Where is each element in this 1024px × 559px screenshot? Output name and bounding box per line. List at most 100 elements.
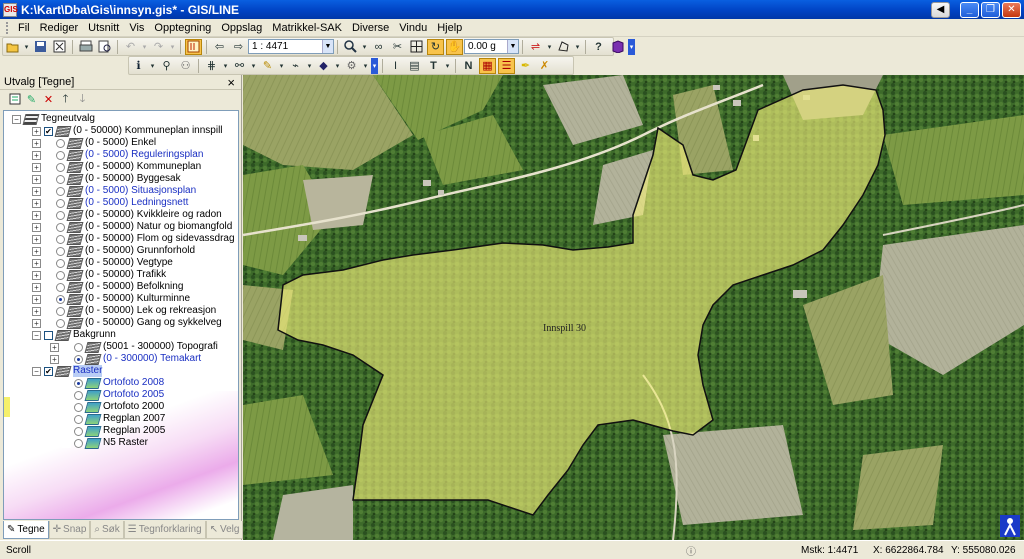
layer-settings-dropdown-icon[interactable]: ▾ [546, 39, 553, 55]
layer-label[interactable]: (0 - 50000) Kulturminne [85, 293, 190, 305]
layer-radio[interactable] [56, 234, 65, 244]
expand-icon[interactable]: + [32, 138, 41, 148]
network-icon[interactable]: ⚇ [177, 58, 194, 74]
print-icon[interactable] [77, 39, 94, 55]
info-icon[interactable]: ⓘ [680, 543, 795, 558]
grid-dropdown-icon[interactable]: ▾ [222, 58, 229, 74]
layer-label[interactable]: (0 - 5000) Situasjonsplan [85, 185, 196, 197]
zoom-dropdown-icon[interactable]: ▾ [361, 39, 368, 55]
layer-tree-row[interactable]: + (0 - 50000) Kvikkleire og radon [32, 209, 222, 221]
layer-tree-row[interactable]: + (0 - 5000) Enkel [32, 137, 156, 149]
expand-icon[interactable]: + [32, 246, 41, 256]
expand-icon[interactable]: + [32, 126, 41, 136]
tab-tegne[interactable]: ✎ Tegne [3, 521, 49, 539]
tree-view-icon[interactable] [7, 91, 22, 107]
layer-label[interactable]: (0 - 50000) Kommuneplan [85, 161, 201, 173]
layer-tree-row[interactable]: + ✔ (0 - 50000) Kommuneplan innspill [32, 125, 223, 137]
layer-label[interactable]: (0 - 50000) Gang og sykkelveg [85, 317, 222, 329]
draw-line-icon[interactable]: ⌁ [287, 58, 304, 74]
layer-tree-row[interactable]: − Bakgrunn [32, 329, 116, 341]
search-dropdown-icon[interactable]: ▾ [250, 58, 257, 74]
layer-tree-row[interactable]: Ortofoto 2008 [50, 377, 164, 389]
layer-radio[interactable] [56, 186, 65, 196]
text-icon[interactable]: T [425, 58, 442, 74]
layer-label[interactable]: Ortofoto 2000 [103, 401, 164, 413]
undo-icon[interactable]: ↶ [122, 39, 139, 55]
menu-hjelp[interactable]: Hjelp [432, 22, 467, 34]
zoom-combo[interactable]: 0.00 g ▼ [464, 39, 519, 54]
layer-label[interactable]: (0 - 5000) Reguleringsplan [85, 149, 203, 161]
table-icon[interactable]: ▤ [406, 58, 423, 74]
tab-snap[interactable]: ✛ Snap [48, 521, 91, 539]
orthophoto-map[interactable]: Innspill 30 [243, 75, 1024, 540]
layer-label[interactable]: (0 - 5000) Enkel [85, 137, 156, 149]
info-dropdown-icon[interactable]: ▾ [149, 58, 156, 74]
layer-tree-row[interactable]: + (0 - 50000) Trafikk [32, 269, 166, 281]
menu-vis[interactable]: Vis [124, 22, 149, 34]
layer-tree-row[interactable]: + (0 - 50000) Flom og sidevassdrag [32, 233, 235, 245]
layer-tree-row[interactable]: + (5001 - 300000) Topografi [50, 341, 218, 353]
scale-combo[interactable]: 1 : 4471 ▼ [248, 39, 334, 54]
help-icon[interactable]: ? [590, 39, 607, 55]
layer-radio[interactable] [56, 198, 65, 208]
menu-grip[interactable] [6, 21, 9, 34]
layer-radio[interactable] [56, 270, 65, 280]
layer-tree-row[interactable]: + (0 - 300000) Temakart [50, 353, 201, 365]
expand-icon[interactable]: + [32, 198, 41, 208]
layer-radio[interactable] [56, 246, 65, 256]
layer-tree-row[interactable]: Ortofoto 2000 [50, 401, 164, 413]
menu-oppslag[interactable]: Oppslag [216, 22, 267, 34]
layer-label[interactable]: (0 - 50000) Grunnforhold [85, 245, 195, 257]
measure-icon[interactable]: ✂ [389, 39, 406, 55]
layer-radio[interactable] [74, 378, 83, 388]
layer-radio[interactable] [74, 438, 83, 448]
chevron-down-icon[interactable]: ▼ [322, 40, 333, 53]
layer-label[interactable]: Ortofoto 2005 [103, 389, 164, 401]
layer-label[interactable]: (0 - 50000) Trafikk [85, 269, 166, 281]
layer-label[interactable]: Raster [73, 365, 103, 377]
layer-tree-row[interactable]: Regplan 2005 [50, 425, 165, 437]
grid-icon[interactable]: ⋕ [203, 58, 220, 74]
layer-tree-row[interactable]: − Tegneutvalg [12, 113, 95, 125]
expand-icon[interactable]: + [32, 234, 41, 244]
move-up-icon[interactable]: 🡑 [58, 91, 73, 107]
delete-icon[interactable]: ✕ [41, 91, 56, 107]
layer-settings-icon[interactable]: ⇌ [527, 39, 544, 55]
layer-radio[interactable] [74, 342, 83, 352]
maximize-button[interactable]: ❐ [981, 1, 1000, 18]
layer-radio[interactable] [56, 150, 65, 160]
layer-tree-row[interactable]: + (0 - 5000) Ledningsnett [32, 197, 188, 209]
cursor-icon[interactable]: I [387, 58, 404, 74]
expand-icon[interactable]: + [32, 258, 41, 268]
zoom-icon[interactable] [342, 39, 359, 55]
polygon-select-icon[interactable] [555, 39, 572, 55]
layer-radio[interactable] [74, 414, 83, 424]
layer-tree-row[interactable]: + (0 - 50000) Kulturminne [32, 293, 190, 305]
toolbar2-overflow-icon[interactable]: ▾ [371, 57, 378, 74]
close-document-icon[interactable] [51, 39, 68, 55]
expand-icon[interactable]: + [32, 222, 41, 232]
layer-tree-row[interactable]: N5 Raster [50, 437, 148, 449]
layer-tree-row[interactable]: Regplan 2007 [50, 413, 165, 425]
layer-label[interactable]: Regplan 2005 [103, 425, 165, 437]
expand-icon[interactable]: + [32, 150, 41, 160]
info-icon[interactable]: ℹ [130, 58, 147, 74]
symbol-icon[interactable]: ⚙ [343, 58, 360, 74]
close-button[interactable]: ✕ [1002, 1, 1021, 18]
legend-icon[interactable]: ▦ [479, 57, 496, 74]
fill-icon[interactable]: ◆ [315, 58, 332, 74]
layer-tree-row[interactable]: + (0 - 50000) Gang og sykkelveg [32, 317, 222, 329]
edit-layer-icon[interactable]: ✎ [24, 91, 39, 107]
expand-icon[interactable]: + [50, 342, 59, 352]
layer-tree-row[interactable]: + (0 - 50000) Kommuneplan [32, 161, 201, 173]
layer-tree-row[interactable]: + (0 - 50000) Vegtype [32, 257, 173, 269]
highlighter-icon[interactable]: ✒ [517, 58, 534, 74]
book-icon[interactable] [609, 39, 626, 55]
layer-tree-row[interactable]: + (0 - 5000) Reguleringsplan [32, 149, 203, 161]
draw-point-icon[interactable]: ✎ [259, 58, 276, 74]
layer-label[interactable]: (0 - 50000) Kommuneplan innspill [73, 125, 223, 137]
tab-søk[interactable]: ⌕ Søk [90, 521, 124, 539]
text-dropdown-icon[interactable]: ▾ [444, 58, 451, 74]
zoom-window-icon[interactable] [408, 39, 425, 55]
layer-tree-row[interactable]: Ortofoto 2005 [50, 389, 164, 401]
